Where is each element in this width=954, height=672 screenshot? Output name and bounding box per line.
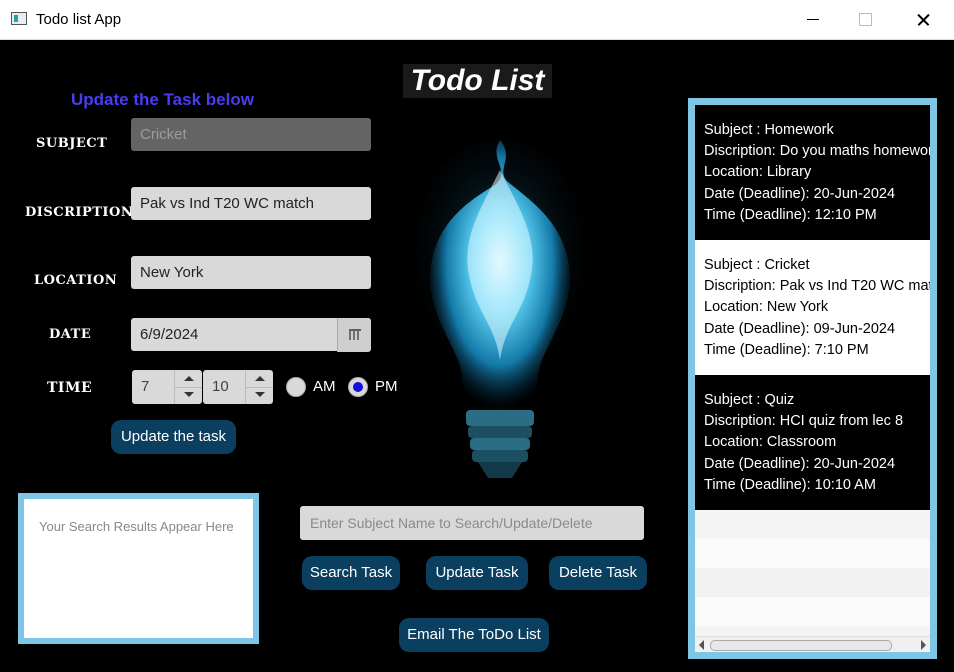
task-location: Location: New York: [704, 299, 829, 316]
task-time: Time (Deadline): 10:10 AM: [704, 476, 876, 493]
am-label: AM: [313, 378, 336, 395]
task-card[interactable]: Subject : Homework Discription: Do you m…: [695, 105, 930, 240]
minute-up-arrow-icon[interactable]: [246, 370, 273, 388]
task-card[interactable]: Subject : Cricket Discription: Pak vs In…: [695, 240, 930, 375]
close-button[interactable]: [900, 0, 946, 39]
email-todo-list-button[interactable]: Email The ToDo List: [399, 618, 549, 652]
empty-row: [695, 539, 930, 568]
task-date: Date (Deadline): 20-Jun-2024: [704, 185, 896, 202]
task-card[interactable]: Subject : Quiz Discription: HCI quiz fro…: [695, 375, 930, 510]
light-bulb-icon: [400, 140, 600, 478]
task-date: Date (Deadline): 09-Jun-2024: [704, 320, 896, 337]
subject-field[interactable]: Cricket: [131, 118, 371, 151]
update-task-button[interactable]: Update Task: [426, 556, 528, 590]
task-subject: Subject : Homework: [704, 122, 834, 138]
scroll-right-arrow-icon[interactable]: [921, 640, 926, 650]
am-radio[interactable]: [286, 377, 306, 397]
task-time: Time (Deadline): 12:10 PM: [704, 206, 877, 223]
search-task-button[interactable]: Search Task: [302, 556, 400, 590]
pm-label: PM: [375, 378, 398, 395]
task-location: Location: Library: [704, 164, 812, 181]
search-results-placeholder: Your Search Results Appear Here: [39, 519, 234, 534]
date-field[interactable]: 6/9/2024: [131, 318, 371, 351]
description-field[interactable]: Pak vs Ind T20 WC match: [131, 187, 371, 220]
maximize-button[interactable]: [842, 0, 888, 39]
pm-radio[interactable]: [348, 377, 368, 397]
description-label: DISCRIPTION: [25, 205, 134, 220]
calendar-icon[interactable]: [337, 318, 371, 352]
task-description: Discription: Do you maths homework: [704, 143, 930, 160]
update-the-task-button[interactable]: Update the task: [111, 420, 236, 454]
hour-up-arrow-icon[interactable]: [175, 370, 202, 388]
hour-down-arrow-icon[interactable]: [175, 387, 202, 404]
task-description: Discription: Pak vs Ind T20 WC match: [704, 278, 930, 295]
date-label: DATE: [49, 327, 92, 342]
task-subject: Subject : Cricket: [704, 257, 810, 273]
empty-row: [695, 510, 930, 539]
minimize-button[interactable]: [790, 0, 836, 39]
form-heading: Update the Task below: [71, 90, 254, 109]
empty-row: [695, 597, 930, 626]
minute-down-arrow-icon[interactable]: [246, 387, 273, 404]
delete-task-button[interactable]: Delete Task: [549, 556, 647, 590]
search-input[interactable]: Enter Subject Name to Search/Update/Dele…: [300, 506, 644, 540]
subject-label: SUBJECT: [36, 136, 108, 151]
empty-row: [695, 568, 930, 597]
minute-spinner[interactable]: 10: [203, 370, 273, 404]
scrollbar-thumb[interactable]: [710, 640, 892, 651]
task-time: Time (Deadline): 7:10 PM: [704, 341, 869, 358]
task-location: Location: Classroom: [704, 434, 837, 451]
location-label: LOCATION: [34, 273, 118, 288]
window-title: Todo list App: [36, 11, 122, 28]
minute-value: 10: [212, 378, 229, 395]
search-results-box: Your Search Results Appear Here: [18, 493, 259, 644]
task-subject: Subject : Quiz: [704, 392, 795, 408]
task-description: Discription: HCI quiz from lec 8: [704, 413, 904, 430]
scroll-left-arrow-icon[interactable]: [699, 640, 704, 650]
hour-value: 7: [141, 378, 150, 395]
app-icon: [11, 12, 27, 25]
location-field[interactable]: New York: [131, 256, 371, 289]
hour-spinner[interactable]: 7: [132, 370, 202, 404]
task-list-panel: Subject : Homework Discription: Do you m…: [688, 98, 937, 659]
time-label: TIME: [47, 380, 93, 396]
horizontal-scrollbar[interactable]: [695, 636, 930, 652]
task-list[interactable]: Subject : Homework Discription: Do you m…: [695, 105, 930, 652]
page-title: Todo List: [403, 64, 552, 98]
title-bar: Todo list App: [0, 0, 954, 40]
task-date: Date (Deadline): 20-Jun-2024: [704, 455, 896, 472]
